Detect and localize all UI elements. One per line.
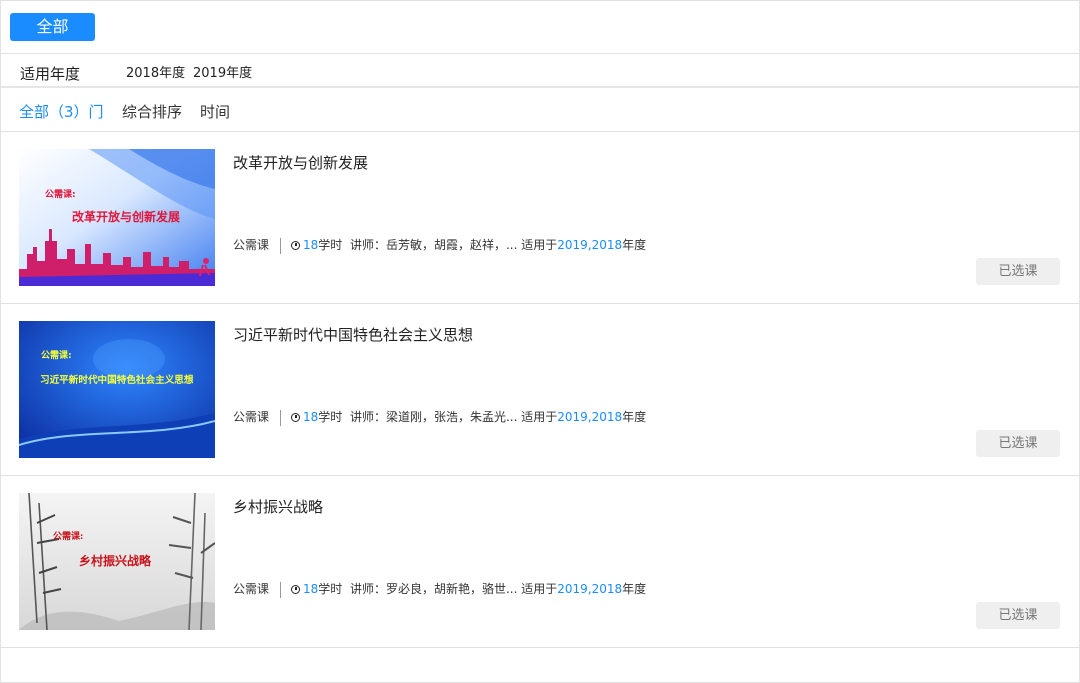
years-prefix: 适用于	[521, 582, 558, 596]
year-option-2019[interactable]: 2019年度	[193, 62, 252, 81]
selected-course-button[interactable]: 已选课	[976, 430, 1060, 457]
course-years: 2019,2018	[557, 238, 623, 252]
all-category-button[interactable]: 全部	[10, 13, 95, 41]
course-thumbnail[interactable]: 公需课: 习近平新时代中国特色社会主义思想	[19, 321, 215, 458]
selected-course-button[interactable]: 已选课	[976, 258, 1060, 285]
sort-time[interactable]: 时间	[200, 101, 230, 122]
thumb-tag-text: 公需课:	[45, 188, 76, 200]
year-option-2018[interactable]: 2018年度	[126, 62, 185, 81]
meta-divider	[280, 581, 282, 598]
year-filter-bar: 适用年度 2018年度 2019年度	[1, 54, 1079, 88]
course-meta: 公需课 18学时 讲师：岳芳敏，胡霞，赵祥，... 适用于2019,2018年度	[233, 236, 646, 254]
hours-unit: 学时	[318, 238, 343, 252]
tab-all-courses[interactable]: 全部（3）门	[19, 101, 104, 122]
course-lecturers: 罗必良，胡新艳，骆世...	[385, 582, 518, 596]
meta-divider	[280, 409, 282, 426]
course-title[interactable]: 习近平新时代中国特色社会主义思想	[233, 324, 473, 345]
course-list-panel: 全部 适用年度 2018年度 2019年度 全部（3）门 综合排序 时间 公需课…	[0, 0, 1080, 683]
meta-divider	[280, 237, 282, 254]
lecturer-prefix: 讲师：	[349, 410, 386, 424]
thumb-tag-text: 公需课:	[53, 530, 83, 542]
thumb-title-text: 乡村振兴战略	[79, 553, 152, 568]
course-meta: 公需课 18学时 讲师：梁道刚，张浩，朱孟光... 适用于2019,2018年度	[233, 408, 646, 426]
course-type: 公需课	[233, 582, 270, 596]
sort-bar: 全部（3）门 综合排序 时间	[1, 88, 1079, 132]
course-thumbnail[interactable]: 公需课: 乡村振兴战略	[19, 493, 215, 630]
course-hours: 18	[303, 410, 319, 424]
course-years: 2019,2018	[557, 410, 623, 424]
hours-unit: 学时	[318, 582, 343, 596]
course-title[interactable]: 乡村振兴战略	[233, 496, 323, 517]
course-hours: 18	[303, 238, 319, 252]
years-prefix: 适用于	[521, 410, 558, 424]
thumb-title-text: 改革开放与创新发展	[72, 209, 180, 224]
course-title[interactable]: 改革开放与创新发展	[233, 152, 368, 173]
hours-unit: 学时	[318, 410, 343, 424]
clock-icon	[291, 413, 301, 422]
course-hours: 18	[303, 582, 319, 596]
years-suffix: 年度	[622, 238, 647, 252]
clock-icon	[291, 585, 301, 594]
clock-icon	[291, 241, 301, 250]
course-lecturers: 岳芳敏，胡霞，赵祥，...	[385, 238, 518, 252]
course-type: 公需课	[233, 238, 270, 252]
years-suffix: 年度	[622, 582, 647, 596]
course-card: 公需课: 乡村振兴战略 乡村振兴战略 公需课 18学时 讲师：罗必良，胡新艳，骆世…	[1, 476, 1079, 648]
course-card: 公需课: 改革开放与创新发展 改革开放与创新发展 公需课 18学时 讲师：岳芳敏，…	[1, 132, 1079, 304]
category-bar: 全部	[1, 1, 1079, 54]
lecturer-prefix: 讲师：	[349, 582, 386, 596]
course-type: 公需课	[233, 410, 270, 424]
years-prefix: 适用于	[521, 238, 558, 252]
lecturer-prefix: 讲师：	[349, 238, 386, 252]
course-meta: 公需课 18学时 讲师：罗必良，胡新艳，骆世... 适用于2019,2018年度	[233, 580, 646, 598]
years-suffix: 年度	[622, 410, 647, 424]
course-lecturers: 梁道刚，张浩，朱孟光...	[385, 410, 518, 424]
year-filter-label: 适用年度	[20, 65, 81, 83]
sort-comprehensive[interactable]: 综合排序	[122, 101, 182, 122]
selected-course-button[interactable]: 已选课	[976, 602, 1060, 629]
course-years: 2019,2018	[557, 582, 623, 596]
course-card: 公需课: 习近平新时代中国特色社会主义思想 习近平新时代中国特色社会主义思想 公…	[1, 304, 1079, 476]
course-thumbnail[interactable]: 公需课: 改革开放与创新发展	[19, 149, 215, 286]
thumb-tag-text: 公需课:	[41, 349, 72, 361]
thumb-title-text: 习近平新时代中国特色社会主义思想	[40, 374, 194, 386]
